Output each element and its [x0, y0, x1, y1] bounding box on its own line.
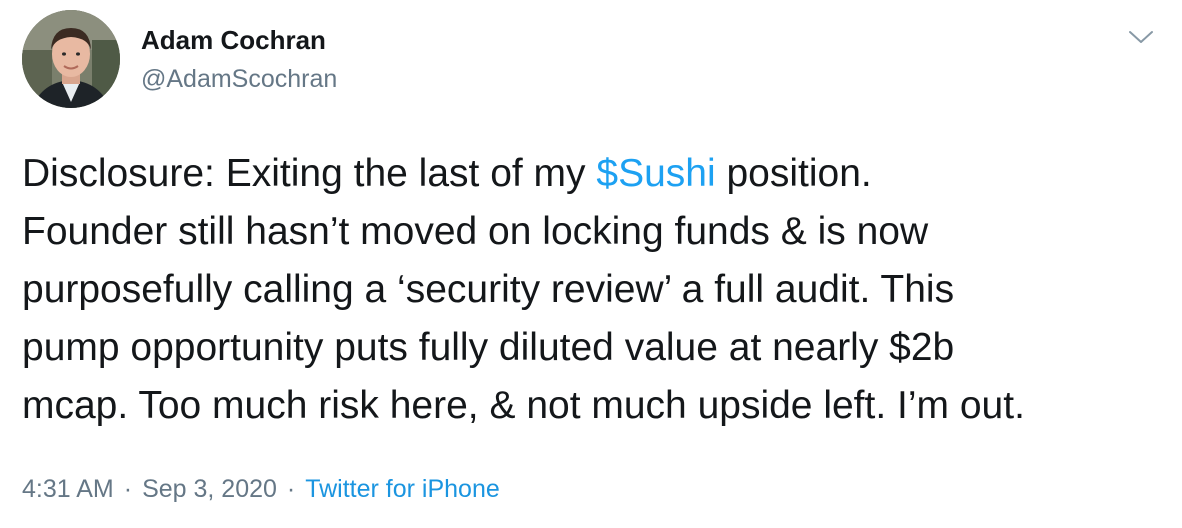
- meta-separator: ·: [286, 475, 296, 503]
- tweet-meta: 4:31 AM · Sep 3, 2020 · Twitter for iPhone: [22, 472, 500, 506]
- tweet-line: Founder still hasn’t moved on locking fu…: [22, 210, 929, 253]
- tweet-text-segment: position.: [715, 152, 872, 195]
- author-display-name[interactable]: Adam Cochran: [141, 24, 326, 56]
- tweet-text: Disclosure: Exiting the last of my $Sush…: [22, 145, 1172, 435]
- avatar-photo: [22, 10, 120, 108]
- author-handle[interactable]: @AdamScochran: [141, 63, 337, 95]
- meta-separator: ·: [123, 475, 133, 503]
- tweet-line: Disclosure: Exiting the last of my $Sush…: [22, 145, 1172, 203]
- tweet-line: mcap. Too much risk here, & not much ups…: [22, 384, 1025, 427]
- tweet-text-segment: Disclosure: Exiting the last of my: [22, 152, 597, 195]
- avatar[interactable]: [22, 10, 120, 108]
- tweet-card: Adam Cochran @AdamScochran Disclosure: E…: [0, 0, 1182, 528]
- tweet-source-link[interactable]: Twitter for iPhone: [305, 475, 500, 503]
- tweet-line: purposefully calling a ‘security review’…: [22, 268, 955, 311]
- cashtag-link[interactable]: $Sushi: [596, 152, 715, 195]
- tweet-time[interactable]: 4:31 AM: [22, 475, 114, 503]
- tweet-date[interactable]: Sep 3, 2020: [142, 475, 277, 503]
- tweet-line: pump opportunity puts fully diluted valu…: [22, 326, 955, 369]
- chevron-down-icon[interactable]: [1126, 26, 1156, 48]
